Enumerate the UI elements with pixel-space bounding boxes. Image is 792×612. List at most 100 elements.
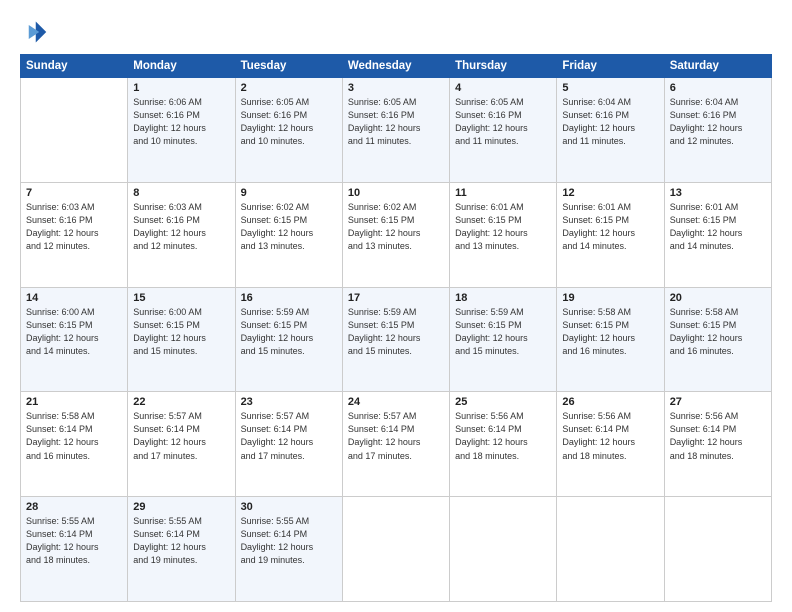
- calendar-cell: 24 Sunrise: 5:57 AM Sunset: 6:14 PM Dayli…: [342, 392, 449, 497]
- calendar-cell: 6 Sunrise: 6:04 AM Sunset: 6:16 PM Daylig…: [664, 78, 771, 183]
- calendar-cell: 4Sunrise: 6:05 AM Sunset: 6:16 PM Daylig…: [450, 78, 557, 183]
- calendar-cell: 22 Sunrise: 5:57 AM Sunset: 6:14 PM Dayli…: [128, 392, 235, 497]
- calendar-cell: 16Sunrise: 5:59 AM Sunset: 6:15 PM Dayli…: [235, 287, 342, 392]
- calendar-cell: 2 Sunrise: 6:05 AM Sunset: 6:16 PM Daylig…: [235, 78, 342, 183]
- calendar-cell: 25 Sunrise: 5:56 AM Sunset: 6:14 PM Dayli…: [450, 392, 557, 497]
- day-number: 1: [133, 82, 229, 94]
- calendar-cell: [557, 497, 664, 602]
- calendar-cell: 23 Sunrise: 5:57 AM Sunset: 6:14 PM Dayli…: [235, 392, 342, 497]
- day-info: Sunrise: 6:05 AM Sunset: 6:16 PM Dayligh…: [241, 96, 337, 148]
- calendar-cell: [450, 497, 557, 602]
- header-day: Wednesday: [342, 55, 449, 78]
- day-number: 10: [348, 187, 444, 199]
- day-info: Sunrise: 6:01 AM Sunset: 6:15 PM Dayligh…: [562, 201, 658, 253]
- day-number: 11: [455, 187, 551, 199]
- day-info: Sunrise: 5:57 AM Sunset: 6:14 PM Dayligh…: [133, 410, 229, 462]
- day-number: 23: [241, 396, 337, 408]
- calendar-cell: 30Sunrise: 5:55 AM Sunset: 6:14 PM Dayli…: [235, 497, 342, 602]
- calendar-cell: 17 Sunrise: 5:59 AM Sunset: 6:15 PM Dayli…: [342, 287, 449, 392]
- day-number: 12: [562, 187, 658, 199]
- day-info: Sunrise: 5:57 AM Sunset: 6:14 PM Dayligh…: [348, 410, 444, 462]
- header-day: Sunday: [21, 55, 128, 78]
- day-info: Sunrise: 6:05 AM Sunset: 6:16 PM Dayligh…: [455, 96, 551, 148]
- calendar-cell: 20 Sunrise: 5:58 AM Sunset: 6:15 PM Dayli…: [664, 287, 771, 392]
- header-day: Saturday: [664, 55, 771, 78]
- header-day: Thursday: [450, 55, 557, 78]
- header-day: Tuesday: [235, 55, 342, 78]
- day-number: 27: [670, 396, 766, 408]
- day-info: Sunrise: 5:56 AM Sunset: 6:14 PM Dayligh…: [455, 410, 551, 462]
- day-number: 9: [241, 187, 337, 199]
- calendar-week-row: 14 Sunrise: 6:00 AM Sunset: 6:15 PM Dayli…: [21, 287, 772, 392]
- day-number: 22: [133, 396, 229, 408]
- calendar-cell: 11 Sunrise: 6:01 AM Sunset: 6:15 PM Dayli…: [450, 182, 557, 287]
- day-number: 14: [26, 292, 122, 304]
- header-day: Monday: [128, 55, 235, 78]
- day-number: 8: [133, 187, 229, 199]
- calendar-cell: 13 Sunrise: 6:01 AM Sunset: 6:15 PM Dayli…: [664, 182, 771, 287]
- day-number: 19: [562, 292, 658, 304]
- day-info: Sunrise: 6:02 AM Sunset: 6:15 PM Dayligh…: [241, 201, 337, 253]
- day-info: Sunrise: 6:02 AM Sunset: 6:15 PM Dayligh…: [348, 201, 444, 253]
- day-number: 6: [670, 82, 766, 94]
- day-number: 15: [133, 292, 229, 304]
- day-info: Sunrise: 6:00 AM Sunset: 6:15 PM Dayligh…: [26, 306, 122, 358]
- calendar-cell: 29Sunrise: 5:55 AM Sunset: 6:14 PM Dayli…: [128, 497, 235, 602]
- calendar-cell: 28 Sunrise: 5:55 AM Sunset: 6:14 PM Dayli…: [21, 497, 128, 602]
- day-number: 2: [241, 82, 337, 94]
- calendar-week-row: 7Sunrise: 6:03 AM Sunset: 6:16 PM Daylig…: [21, 182, 772, 287]
- calendar-cell: 3Sunrise: 6:05 AM Sunset: 6:16 PM Daylig…: [342, 78, 449, 183]
- day-info: Sunrise: 6:03 AM Sunset: 6:16 PM Dayligh…: [133, 201, 229, 253]
- page: SundayMondayTuesdayWednesdayThursdayFrid…: [0, 0, 792, 612]
- day-number: 20: [670, 292, 766, 304]
- day-info: Sunrise: 6:03 AM Sunset: 6:16 PM Dayligh…: [26, 201, 122, 253]
- day-number: 13: [670, 187, 766, 199]
- calendar-cell: 14 Sunrise: 6:00 AM Sunset: 6:15 PM Dayli…: [21, 287, 128, 392]
- header-day: Friday: [557, 55, 664, 78]
- day-info: Sunrise: 5:58 AM Sunset: 6:14 PM Dayligh…: [26, 410, 122, 462]
- calendar-table: SundayMondayTuesdayWednesdayThursdayFrid…: [20, 54, 772, 602]
- day-number: 18: [455, 292, 551, 304]
- calendar-cell: 15 Sunrise: 6:00 AM Sunset: 6:15 PM Dayli…: [128, 287, 235, 392]
- day-number: 5: [562, 82, 658, 94]
- day-info: Sunrise: 5:59 AM Sunset: 6:15 PM Dayligh…: [455, 306, 551, 358]
- calendar-cell: 19Sunrise: 5:58 AM Sunset: 6:15 PM Dayli…: [557, 287, 664, 392]
- day-number: 17: [348, 292, 444, 304]
- day-info: Sunrise: 5:59 AM Sunset: 6:15 PM Dayligh…: [348, 306, 444, 358]
- calendar-cell: 12 Sunrise: 6:01 AM Sunset: 6:15 PM Dayli…: [557, 182, 664, 287]
- day-info: Sunrise: 5:58 AM Sunset: 6:15 PM Dayligh…: [670, 306, 766, 358]
- day-number: 26: [562, 396, 658, 408]
- calendar-cell: 8 Sunrise: 6:03 AM Sunset: 6:16 PM Daylig…: [128, 182, 235, 287]
- day-info: Sunrise: 5:57 AM Sunset: 6:14 PM Dayligh…: [241, 410, 337, 462]
- day-info: Sunrise: 6:01 AM Sunset: 6:15 PM Dayligh…: [455, 201, 551, 253]
- calendar-week-row: 1 Sunrise: 6:06 AM Sunset: 6:16 PM Daylig…: [21, 78, 772, 183]
- calendar-cell: 9 Sunrise: 6:02 AM Sunset: 6:15 PM Daylig…: [235, 182, 342, 287]
- calendar-cell: 7Sunrise: 6:03 AM Sunset: 6:16 PM Daylig…: [21, 182, 128, 287]
- calendar-week-row: 28 Sunrise: 5:55 AM Sunset: 6:14 PM Dayli…: [21, 497, 772, 602]
- calendar-cell: [664, 497, 771, 602]
- day-info: Sunrise: 6:06 AM Sunset: 6:16 PM Dayligh…: [133, 96, 229, 148]
- logo-icon: [20, 18, 48, 46]
- calendar-cell: 1 Sunrise: 6:06 AM Sunset: 6:16 PM Daylig…: [128, 78, 235, 183]
- calendar-cell: [342, 497, 449, 602]
- day-info: Sunrise: 6:04 AM Sunset: 6:16 PM Dayligh…: [670, 96, 766, 148]
- day-number: 28: [26, 501, 122, 513]
- day-info: Sunrise: 5:59 AM Sunset: 6:15 PM Dayligh…: [241, 306, 337, 358]
- day-info: Sunrise: 5:56 AM Sunset: 6:14 PM Dayligh…: [670, 410, 766, 462]
- day-number: 25: [455, 396, 551, 408]
- day-info: Sunrise: 5:55 AM Sunset: 6:14 PM Dayligh…: [241, 515, 337, 567]
- calendar-cell: 21 Sunrise: 5:58 AM Sunset: 6:14 PM Dayli…: [21, 392, 128, 497]
- calendar-cell: [21, 78, 128, 183]
- day-info: Sunrise: 6:00 AM Sunset: 6:15 PM Dayligh…: [133, 306, 229, 358]
- day-number: 24: [348, 396, 444, 408]
- day-number: 21: [26, 396, 122, 408]
- calendar-cell: 27 Sunrise: 5:56 AM Sunset: 6:14 PM Dayli…: [664, 392, 771, 497]
- day-info: Sunrise: 5:56 AM Sunset: 6:14 PM Dayligh…: [562, 410, 658, 462]
- day-info: Sunrise: 6:01 AM Sunset: 6:15 PM Dayligh…: [670, 201, 766, 253]
- day-info: Sunrise: 5:55 AM Sunset: 6:14 PM Dayligh…: [26, 515, 122, 567]
- header-row: SundayMondayTuesdayWednesdayThursdayFrid…: [21, 55, 772, 78]
- day-number: 29: [133, 501, 229, 513]
- calendar-cell: 18 Sunrise: 5:59 AM Sunset: 6:15 PM Dayli…: [450, 287, 557, 392]
- calendar-cell: 10 Sunrise: 6:02 AM Sunset: 6:15 PM Dayli…: [342, 182, 449, 287]
- calendar-cell: 26 Sunrise: 5:56 AM Sunset: 6:14 PM Dayli…: [557, 392, 664, 497]
